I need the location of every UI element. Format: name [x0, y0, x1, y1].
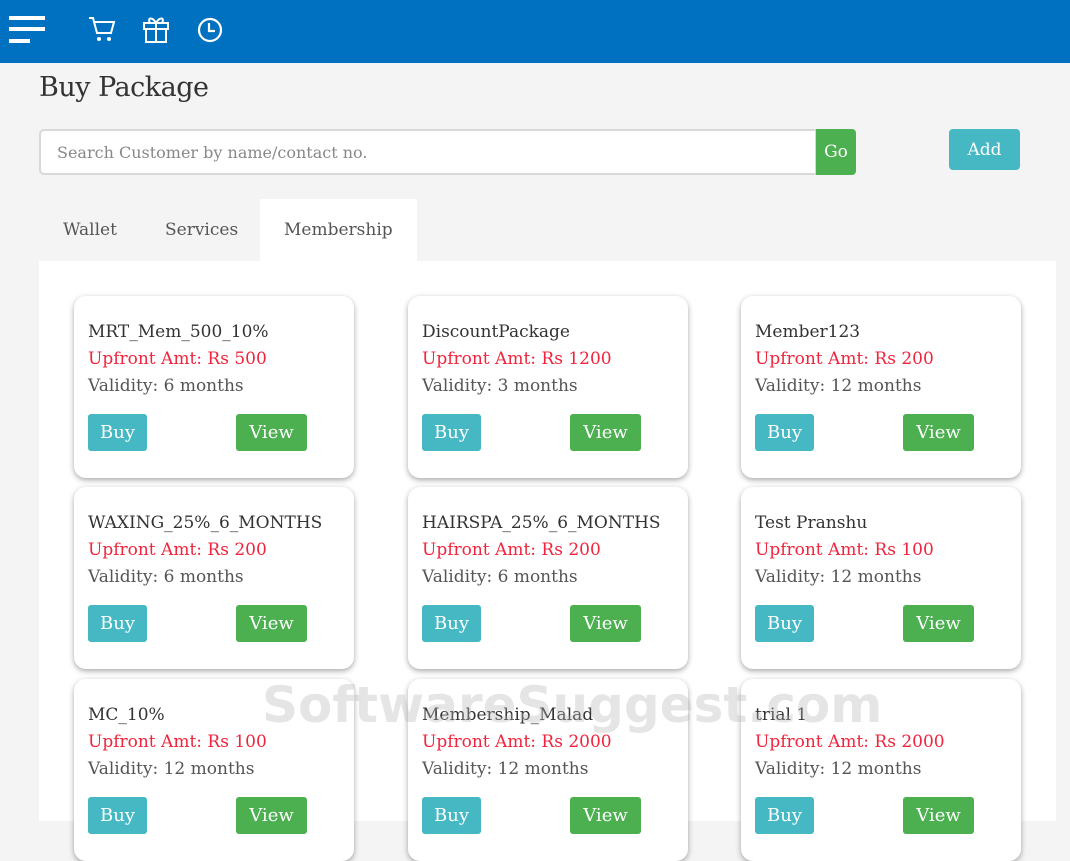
- membership-card: MRT_Mem_500_10% Upfront Amt: Rs 500 Vali…: [74, 296, 354, 478]
- buy-button[interactable]: Buy: [755, 797, 814, 834]
- view-button[interactable]: View: [903, 414, 974, 451]
- view-button[interactable]: View: [570, 605, 641, 642]
- buy-button[interactable]: Buy: [422, 797, 481, 834]
- membership-card: HAIRSPA_25%_6_MONTHS Upfront Amt: Rs 200…: [408, 487, 688, 669]
- upfront-amount: Upfront Amt: Rs 100: [755, 540, 934, 560]
- buy-button[interactable]: Buy: [88, 605, 147, 642]
- view-button[interactable]: View: [236, 414, 307, 451]
- view-button[interactable]: View: [570, 797, 641, 834]
- menu-icon[interactable]: [9, 16, 46, 44]
- view-button[interactable]: View: [236, 797, 307, 834]
- validity: Validity: 12 months: [755, 567, 922, 587]
- package-name: Test Pranshu: [755, 513, 868, 533]
- package-name: MRT_Mem_500_10%: [88, 322, 269, 342]
- tab-wallet[interactable]: Wallet: [39, 199, 141, 261]
- membership-card: trial 1 Upfront Amt: Rs 2000 Validity: 1…: [741, 679, 1021, 861]
- page-title: Buy Package: [39, 72, 209, 103]
- buy-button[interactable]: Buy: [422, 414, 481, 451]
- upfront-amount: Upfront Amt: Rs 200: [422, 540, 601, 560]
- membership-card: MC_10% Upfront Amt: Rs 100 Validity: 12 …: [74, 679, 354, 861]
- buy-button[interactable]: Buy: [88, 414, 147, 451]
- upfront-amount: Upfront Amt: Rs 200: [88, 540, 267, 560]
- search-customer-input[interactable]: [39, 129, 817, 175]
- buy-button[interactable]: Buy: [88, 797, 147, 834]
- add-button[interactable]: Add: [949, 129, 1020, 170]
- tab-services[interactable]: Services: [141, 199, 262, 261]
- upfront-amount: Upfront Amt: Rs 2000: [422, 732, 612, 752]
- package-name: MC_10%: [88, 705, 165, 725]
- package-name: Member123: [755, 322, 861, 342]
- buy-button[interactable]: Buy: [755, 605, 814, 642]
- validity: Validity: 12 months: [755, 759, 922, 779]
- buy-button[interactable]: Buy: [422, 605, 481, 642]
- package-name: trial 1: [755, 705, 808, 725]
- membership-card: Membership_Malad Upfront Amt: Rs 2000 Va…: [408, 679, 688, 861]
- upfront-amount: Upfront Amt: Rs 2000: [755, 732, 945, 752]
- validity: Validity: 12 months: [755, 376, 922, 396]
- validity: Validity: 6 months: [88, 376, 244, 396]
- cart-icon[interactable]: [87, 14, 117, 44]
- membership-card: WAXING_25%_6_MONTHS Upfront Amt: Rs 200 …: [74, 487, 354, 669]
- package-name: DiscountPackage: [422, 322, 570, 342]
- package-name: WAXING_25%_6_MONTHS: [88, 513, 323, 533]
- upfront-amount: Upfront Amt: Rs 200: [755, 349, 934, 369]
- top-bar: [0, 0, 1070, 63]
- upfront-amount: Upfront Amt: Rs 1200: [422, 349, 612, 369]
- membership-card: Test Pranshu Upfront Amt: Rs 100 Validit…: [741, 487, 1021, 669]
- validity: Validity: 6 months: [422, 567, 578, 587]
- view-button[interactable]: View: [236, 605, 307, 642]
- upfront-amount: Upfront Amt: Rs 100: [88, 732, 267, 752]
- view-button[interactable]: View: [903, 605, 974, 642]
- package-name: Membership_Malad: [422, 705, 594, 725]
- validity: Validity: 6 months: [88, 567, 244, 587]
- membership-card: Member123 Upfront Amt: Rs 200 Validity: …: [741, 296, 1021, 478]
- upfront-amount: Upfront Amt: Rs 500: [88, 349, 267, 369]
- membership-card: DiscountPackage Upfront Amt: Rs 1200 Val…: [408, 296, 688, 478]
- view-button[interactable]: View: [570, 414, 641, 451]
- tab-membership[interactable]: Membership: [260, 199, 417, 261]
- validity: Validity: 12 months: [422, 759, 589, 779]
- validity: Validity: 3 months: [422, 376, 578, 396]
- validity: Validity: 12 months: [88, 759, 255, 779]
- gift-icon[interactable]: [142, 14, 170, 44]
- clock-icon[interactable]: [196, 14, 224, 44]
- buy-button[interactable]: Buy: [755, 414, 814, 451]
- go-button[interactable]: Go: [816, 129, 856, 175]
- view-button[interactable]: View: [903, 797, 974, 834]
- package-name: HAIRSPA_25%_6_MONTHS: [422, 513, 661, 533]
